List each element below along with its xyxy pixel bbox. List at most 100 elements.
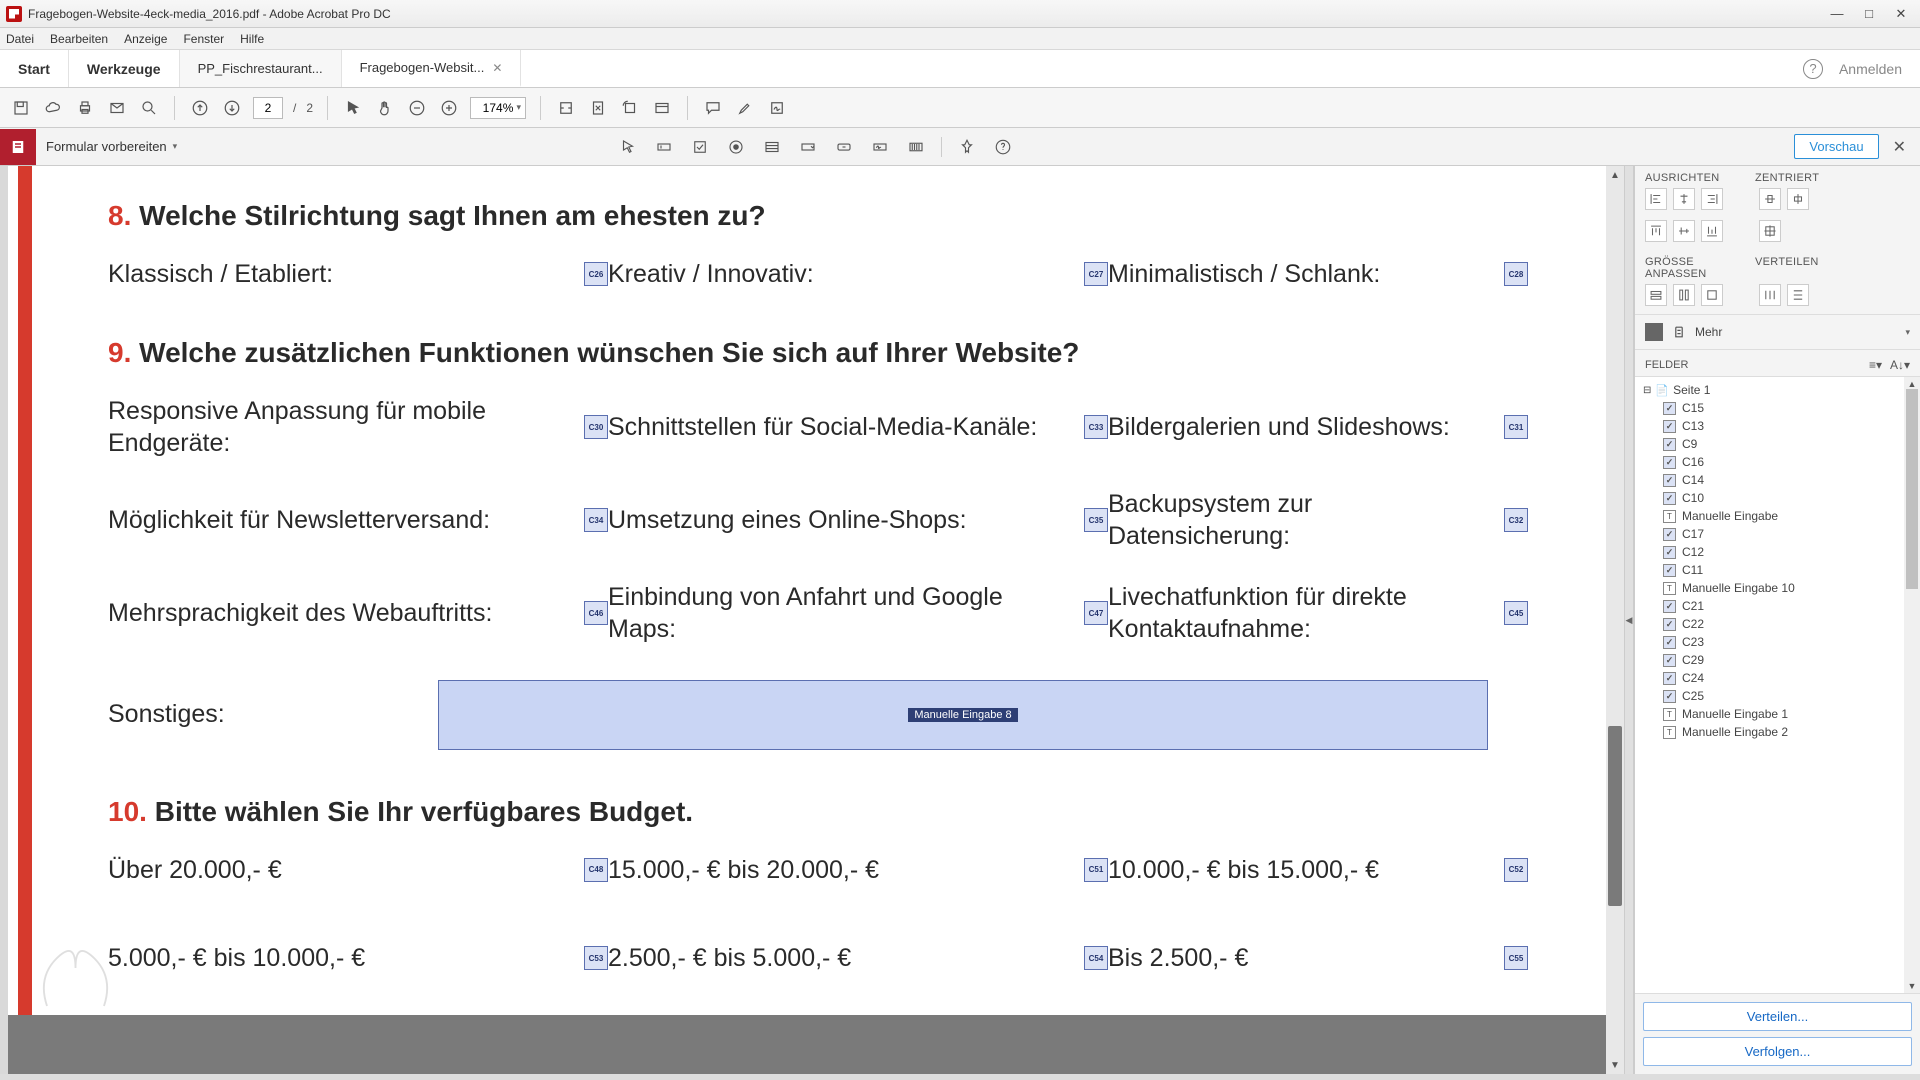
textfield-tool-icon[interactable] [653,136,675,158]
tab-doc2-close-icon[interactable]: ✕ [492,61,502,75]
tab-tools[interactable]: Werkzeuge [69,50,180,87]
center-page-icon[interactable] [1759,220,1781,242]
tree-item[interactable]: C29 [1635,651,1920,669]
form-tool-icon[interactable] [0,129,36,165]
form-checkbox-c45[interactable]: C45 [1504,601,1528,625]
menu-hilfe[interactable]: Hilfe [240,32,264,46]
left-nav-sliver[interactable] [0,166,8,1074]
scroll-thumb[interactable] [1608,726,1622,906]
center-v-icon[interactable] [1787,188,1809,210]
checkbox-tool-icon[interactable] [689,136,711,158]
form-checkbox-c34[interactable]: C34 [584,508,608,532]
highlight-icon[interactable] [734,97,756,119]
tree-item[interactable]: C10 [1635,489,1920,507]
form-mode-dropdown[interactable]: Formular vorbereiten [46,139,177,154]
form-checkbox-c32[interactable]: C32 [1504,508,1528,532]
form-textfield-manuelle8[interactable]: Manuelle Eingabe 8 [438,680,1488,750]
tree-item[interactable]: C17 [1635,525,1920,543]
align-left-icon[interactable] [1645,188,1667,210]
align-center-h-icon[interactable] [1673,188,1695,210]
form-checkbox-c51[interactable]: C51 [1084,858,1108,882]
tree-item[interactable]: C15 [1635,399,1920,417]
scroll-up-icon[interactable]: ▲ [1606,166,1624,184]
page-up-icon[interactable] [189,97,211,119]
close-button[interactable]: ✕ [1894,7,1908,21]
maximize-button[interactable]: □ [1862,7,1876,21]
tree-item[interactable]: C21 [1635,597,1920,615]
preview-button[interactable]: Vorschau [1794,134,1878,159]
hand-icon[interactable] [374,97,396,119]
tree-item[interactable]: C25 [1635,687,1920,705]
tree-item[interactable]: C13 [1635,417,1920,435]
tree-item[interactable]: Manuelle Eingabe 10 [1635,579,1920,597]
more-dropdown[interactable]: Mehr ▾ [1635,314,1920,350]
match-width-icon[interactable] [1645,284,1667,306]
tab-doc2[interactable]: Fragebogen-Websit... ✕ [342,50,522,87]
formbar-close-icon[interactable]: ✕ [1889,137,1910,157]
fit-page-icon[interactable] [587,97,609,119]
signin-link[interactable]: Anmelden [1839,61,1902,77]
select-tool-icon[interactable] [617,136,639,158]
save-icon[interactable] [10,97,32,119]
taborder-icon[interactable]: A↓▾ [1890,358,1910,372]
center-h-icon[interactable] [1759,188,1781,210]
zoom-in-icon[interactable] [438,97,460,119]
form-help-icon[interactable] [992,136,1014,158]
form-checkbox-c46[interactable]: C46 [584,601,608,625]
list-tool-icon[interactable] [761,136,783,158]
zoom-dropdown[interactable]: 174% [470,97,526,119]
sign-icon[interactable] [766,97,788,119]
match-both-icon[interactable] [1701,284,1723,306]
page-down-icon[interactable] [221,97,243,119]
doc-scrollbar[interactable]: ▲ ▼ [1606,166,1624,1074]
search-icon[interactable] [138,97,160,119]
form-checkbox-c26[interactable]: C26 [584,262,608,286]
zoom-out-icon[interactable] [406,97,428,119]
align-right-icon[interactable] [1701,188,1723,210]
button-tool-icon[interactable] [833,136,855,158]
comment-icon[interactable] [702,97,724,119]
align-bottom-icon[interactable] [1701,220,1723,242]
match-height-icon[interactable] [1673,284,1695,306]
tree-item[interactable]: C11 [1635,561,1920,579]
form-checkbox-c35[interactable]: C35 [1084,508,1108,532]
rotate-icon[interactable] [619,97,641,119]
menu-anzeige[interactable]: Anzeige [124,32,167,46]
page-current-input[interactable]: 2 [253,97,283,119]
sort-icon[interactable]: ≡▾ [1869,358,1882,372]
tree-item[interactable]: Manuelle Eingabe [1635,507,1920,525]
form-checkbox-c52[interactable]: C52 [1504,858,1528,882]
form-checkbox-c28[interactable]: C28 [1504,262,1528,286]
tree-scrollbar[interactable]: ▲ ▼ [1904,377,1920,993]
align-middle-icon[interactable] [1673,220,1695,242]
tree-item[interactable]: Manuelle Eingabe 1 [1635,705,1920,723]
tree-item[interactable]: C12 [1635,543,1920,561]
cursor-icon[interactable] [342,97,364,119]
tree-item[interactable]: C16 [1635,453,1920,471]
menu-fenster[interactable]: Fenster [183,32,224,46]
tree-item[interactable]: Manuelle Eingabe 2 [1635,723,1920,741]
tab-doc1[interactable]: PP_Fischrestaurant... [180,50,342,87]
tree-scroll-down-icon[interactable]: ▼ [1904,979,1920,993]
tree-item[interactable]: C9 [1635,435,1920,453]
align-top-icon[interactable] [1645,220,1667,242]
mail-icon[interactable] [106,97,128,119]
print-icon[interactable] [74,97,96,119]
help-icon[interactable]: ? [1803,59,1823,79]
tab-start[interactable]: Start [0,50,69,87]
fit-width-icon[interactable] [555,97,577,119]
signature-tool-icon[interactable] [869,136,891,158]
tree-item[interactable]: C14 [1635,471,1920,489]
form-checkbox-c31[interactable]: C31 [1504,415,1528,439]
form-checkbox-c54[interactable]: C54 [1084,946,1108,970]
form-checkbox-c55[interactable]: C55 [1504,946,1528,970]
scroll-down-icon[interactable]: ▼ [1606,1056,1624,1074]
pin-icon[interactable] [956,136,978,158]
tree-page-node[interactable]: ⊟ 📄 Seite 1 [1635,381,1920,399]
form-checkbox-c27[interactable]: C27 [1084,262,1108,286]
dropdown-tool-icon[interactable] [797,136,819,158]
distribute-button[interactable]: Verteilen... [1643,1002,1912,1031]
radio-tool-icon[interactable] [725,136,747,158]
distribute-h-icon[interactable] [1759,284,1781,306]
form-checkbox-c33[interactable]: C33 [1084,415,1108,439]
